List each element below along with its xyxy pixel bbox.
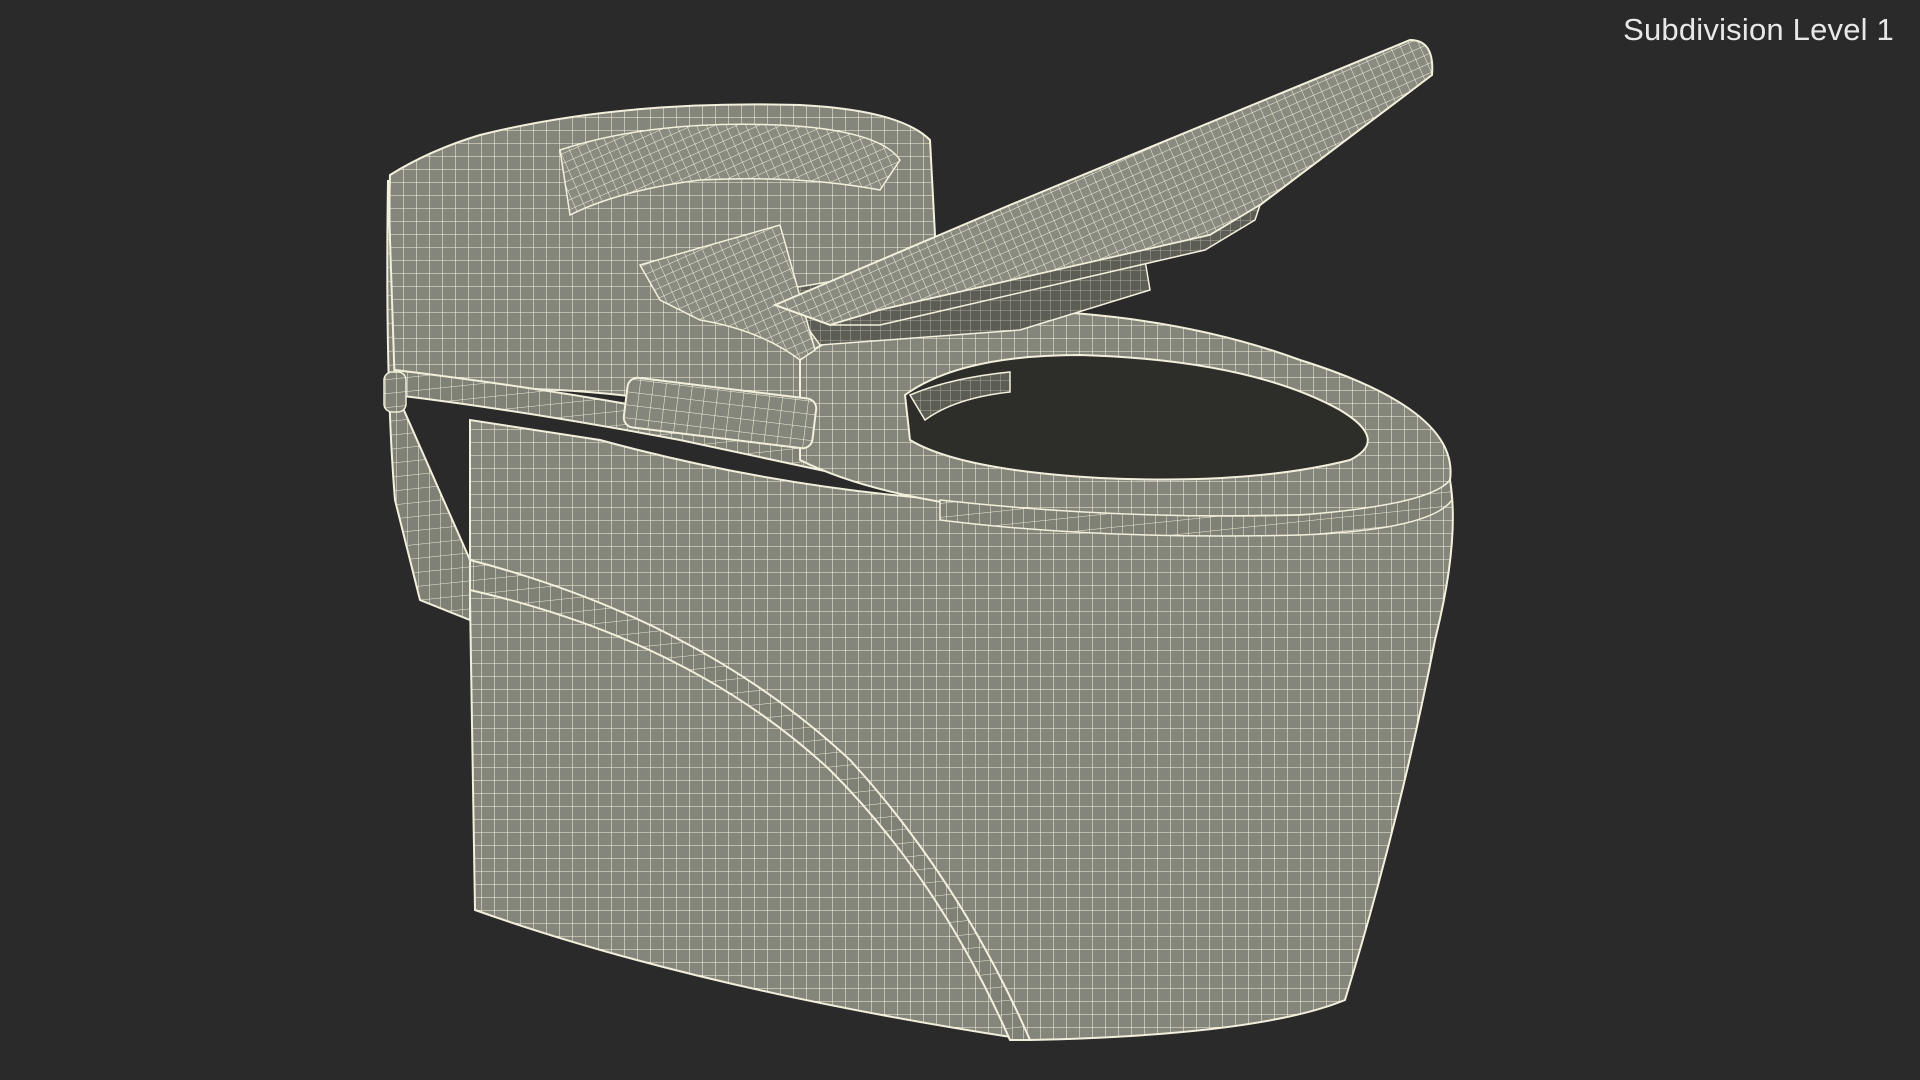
toilet-wireframe-render	[383, 38, 1454, 1042]
left-bumper	[383, 371, 407, 413]
render-viewport: Subdivision Level 1	[0, 0, 1920, 1080]
subdivision-level-label: Subdivision Level 1	[1623, 12, 1894, 47]
